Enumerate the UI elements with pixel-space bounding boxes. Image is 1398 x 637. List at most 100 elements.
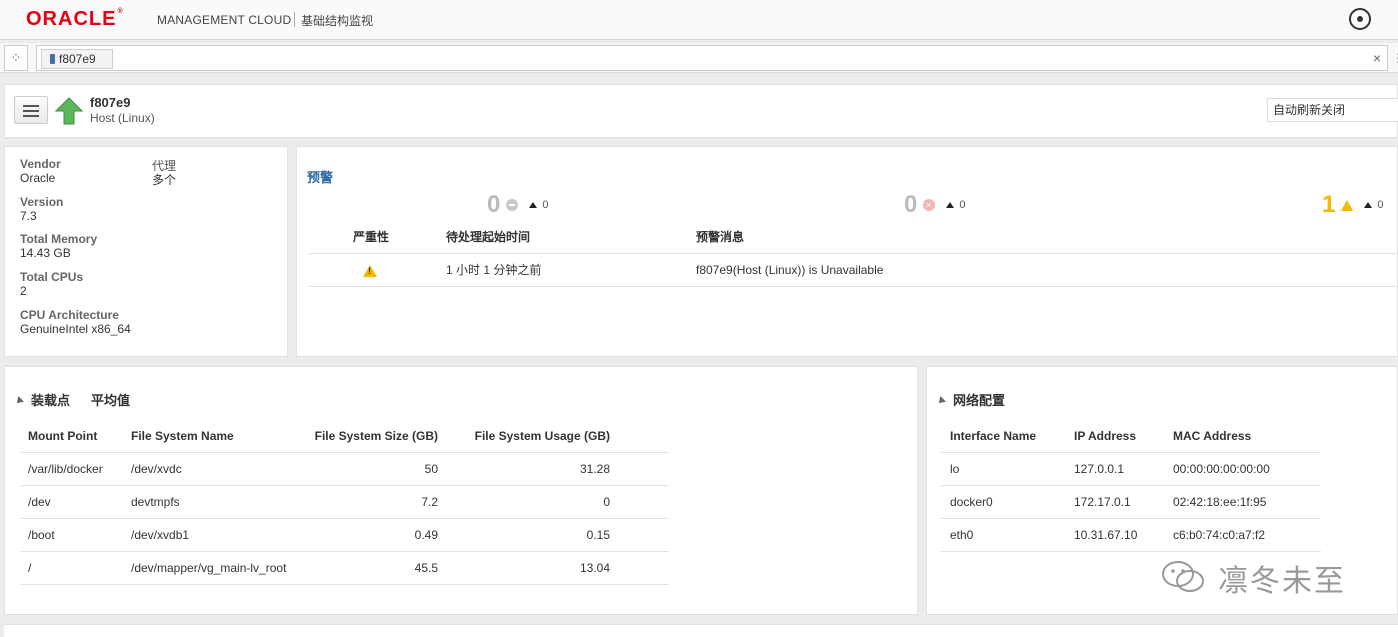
prop-label: Total CPUs: [20, 270, 84, 284]
column-header[interactable]: Interface Name: [950, 420, 1036, 453]
auto-refresh-select[interactable]: 自动刷新关闭: [1267, 98, 1398, 122]
fs-cell: /dev/xvdb1: [131, 528, 190, 542]
usage-link[interactable]: 13.04: [451, 552, 610, 585]
fatal-count[interactable]: 0 0: [487, 191, 549, 219]
summary-cpus: Total CPUs 2: [20, 270, 83, 298]
navigator-compass-icon[interactable]: [1349, 8, 1371, 30]
critical-count[interactable]: 0 × 0: [904, 191, 966, 219]
fs-cell: /dev/xvdc: [131, 462, 182, 476]
mount-cell: /boot: [28, 528, 55, 542]
column-header[interactable]: File System Name: [131, 420, 234, 453]
column-header[interactable]: 待处理起始时间: [446, 221, 530, 254]
usage-link[interactable]: 31.28: [451, 453, 610, 486]
since-cell: 1 小时 1 分钟之前: [446, 263, 542, 277]
column-header[interactable]: File System Size (GB): [271, 420, 438, 453]
mount-points-panel: 装载点 平均值 Mount Point File System Name Fil…: [4, 366, 918, 615]
mounts-table: Mount Point File System Name File System…: [21, 420, 669, 585]
column-header[interactable]: File System Usage (GB): [451, 420, 610, 453]
message-cell: f807e9(Host (Linux)) is Unavailable: [696, 263, 884, 277]
summary-agent: 代理 多个: [152, 159, 176, 187]
trend-up-icon: [1364, 202, 1373, 208]
table-row[interactable]: /dev devtmpfs 7.2 0: [21, 486, 669, 519]
mount-cell: /: [28, 561, 32, 575]
trend-up-icon: [946, 202, 955, 208]
network-section-header[interactable]: 网络配置: [936, 390, 1005, 409]
table-row[interactable]: lo 127.0.0.1 00:00:00:00:00:00: [941, 453, 1321, 486]
tab-bar: ⁘ f807e9 × ⋮: [0, 43, 1398, 73]
count-delta: 0: [959, 199, 966, 211]
mac-cell: c6:b0:74:c0:a7:f2: [1173, 528, 1266, 542]
table-row[interactable]: docker0 172.17.0.1 02:42:18:ee:1f:95: [941, 486, 1321, 519]
count-delta: 0: [542, 199, 549, 211]
summary-memory: Total Memory 14.43 GB: [20, 232, 97, 260]
prop-value: 多个: [152, 173, 177, 187]
table-row[interactable]: eth0 10.31.67.10 c6:b0:74:c0:a7:f2: [941, 519, 1321, 552]
mount-cell: /var/lib/docker: [28, 462, 103, 476]
host-summary: Vendor Oracle 代理 多个 Version 7.3 Total Me…: [4, 146, 288, 357]
next-panel-edge: [4, 624, 1398, 637]
app-title: 基础结构监视: [301, 14, 374, 28]
warning-icon: [363, 264, 377, 277]
column-header[interactable]: MAC Address: [1173, 420, 1251, 453]
count-value: 1: [1322, 191, 1336, 218]
table-header: Mount Point File System Name File System…: [21, 420, 669, 453]
watermark: 凛冬未至: [1158, 556, 1358, 599]
product-name: MANAGEMENT CLOUD: [157, 13, 292, 27]
table-row[interactable]: / /dev/mapper/vg_main-lv_root 45.5 13.04: [21, 552, 669, 585]
mount-cell: /dev: [28, 495, 51, 509]
menu-line: [23, 115, 39, 117]
prop-label: Total Memory: [20, 232, 98, 246]
status-up-arrow-icon: [55, 97, 83, 125]
network-table: Interface Name IP Address MAC Address lo…: [941, 420, 1321, 552]
size-cell: 0.49: [414, 528, 438, 542]
summary-cpu-arch: CPU Architecture GenuineIntel x86_64: [20, 308, 131, 336]
collapse-icon[interactable]: [14, 396, 24, 406]
count-value: 0: [487, 191, 501, 218]
alerts-title[interactable]: 预警: [307, 167, 333, 186]
topology-icon[interactable]: ⁘: [4, 45, 28, 71]
oracle-logo[interactable]: ORACLE®: [26, 8, 124, 31]
column-header[interactable]: 预警消息: [696, 221, 744, 254]
prop-value: 14.43 GB: [20, 246, 71, 260]
close-icon[interactable]: ×: [1373, 49, 1381, 67]
usage-link[interactable]: 0: [451, 486, 610, 519]
ip-cell: 172.17.0.1: [1074, 495, 1131, 509]
fs-cell: devtmpfs: [131, 495, 180, 509]
column-header[interactable]: 严重性: [353, 221, 389, 254]
alerts-panel: 预警 0 0 0 × 0 1 0 严重性 待处理起始时间 预警消息 1 小时 1…: [296, 146, 1398, 357]
prop-label: Vendor: [20, 157, 61, 171]
title-divider: [294, 12, 295, 27]
wechat-icon: [1162, 561, 1204, 592]
table-row[interactable]: /boot /dev/xvdb1 0.49 0.15: [21, 519, 669, 552]
menu-button[interactable]: [14, 96, 48, 124]
prop-value: 7.3: [20, 209, 37, 223]
table-row[interactable]: /var/lib/docker /dev/xvdc 50 31.28: [21, 453, 669, 486]
prop-value: Oracle: [20, 171, 56, 185]
more-icon[interactable]: ⋮: [1392, 51, 1398, 65]
entity-type: Host (Linux): [90, 111, 155, 125]
fs-cell: /dev/mapper/vg_main-lv_root: [131, 561, 287, 575]
tab-host[interactable]: f807e9: [41, 49, 113, 69]
column-header[interactable]: Mount Point: [28, 420, 97, 453]
prop-label: Version: [20, 195, 64, 209]
oracle-logo-text: ORACLE: [26, 8, 117, 30]
iface-cell: docker0: [950, 495, 993, 509]
tab-strip: f807e9 ×: [36, 45, 1388, 71]
watermark-text: 凛冬未至: [1218, 564, 1346, 599]
column-header[interactable]: IP Address: [1074, 420, 1136, 453]
warning-count[interactable]: 1 0: [1322, 191, 1384, 219]
collapse-icon[interactable]: [936, 396, 946, 406]
iface-cell: lo: [950, 462, 960, 476]
tab-label: f807e9: [59, 52, 96, 66]
table-row[interactable]: 1 小时 1 分钟之前 f807e9(Host (Linux)) is Unav…: [309, 254, 1398, 287]
usage-link[interactable]: 0.15: [451, 519, 610, 552]
menu-line: [23, 110, 39, 112]
menu-line: [23, 105, 39, 107]
mac-cell: 00:00:00:00:00:00: [1173, 462, 1270, 476]
prop-value: 2: [20, 284, 27, 298]
mounts-section-header[interactable]: 装载点: [14, 390, 70, 409]
critical-icon: ×: [922, 199, 935, 211]
ip-cell: 10.31.67.10: [1074, 528, 1138, 542]
host-icon: [50, 54, 55, 64]
table-header: 严重性 待处理起始时间 预警消息: [309, 221, 1398, 254]
